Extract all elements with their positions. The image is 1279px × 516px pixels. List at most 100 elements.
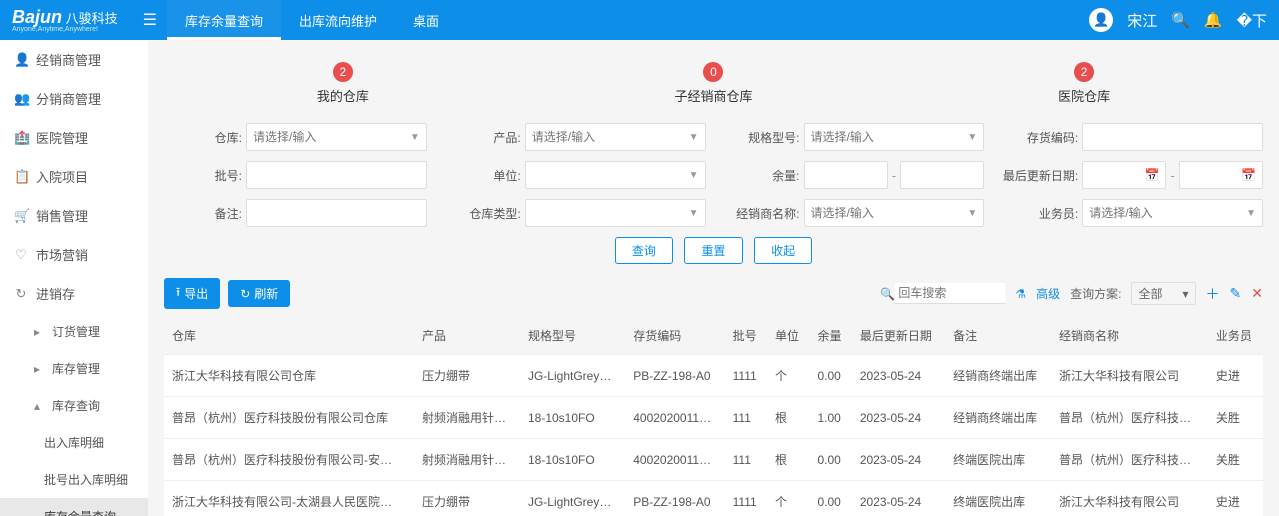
stat-badge: 0 [703, 62, 723, 82]
input[interactable] [1089, 130, 1256, 144]
filter-field: 最后更新日期:📅-📅 [1000, 161, 1263, 189]
date-input[interactable]: 📅 [1082, 161, 1166, 189]
input[interactable] [1186, 168, 1241, 182]
sidebar-item[interactable]: ▸库存管理 [0, 350, 148, 387]
reset-button[interactable]: 重置 [684, 237, 742, 264]
filter-input[interactable]: ▼ [804, 123, 985, 151]
advanced-link[interactable]: 高级 [1036, 285, 1060, 302]
filter-input[interactable]: ▼ [525, 123, 706, 151]
filter-input[interactable]: ▼ [525, 199, 706, 227]
search-input[interactable] [895, 283, 1005, 304]
sidebar-item[interactable]: 🛒销售管理 [0, 196, 148, 235]
add-icon[interactable]: ＋ [1206, 284, 1220, 304]
table-header[interactable]: 批号 [725, 317, 767, 355]
table-header[interactable]: 存货编码 [625, 317, 724, 355]
sidebar-item[interactable]: ♡市场营销 [0, 235, 148, 274]
table-header[interactable]: 规格型号 [520, 317, 625, 355]
table-header[interactable]: 备注 [945, 317, 1051, 355]
filter-input[interactable]: ▼ [525, 161, 706, 189]
table-header[interactable]: 产品 [414, 317, 520, 355]
delete-icon[interactable]: ✕ [1251, 285, 1263, 302]
stats-row: 2我的仓库0子经销商仓库2医院仓库 [164, 62, 1263, 105]
input[interactable] [811, 130, 978, 144]
input[interactable] [532, 168, 699, 182]
table-row[interactable]: 普昂（杭州）医疗科技股份有限公司-安…射频消融用针…18-10s10FO4002… [164, 439, 1263, 481]
sidebar-item-label: 库存查询 [52, 397, 100, 414]
table-header[interactable]: 仓库 [164, 317, 414, 355]
sidebar-item[interactable]: ▸订货管理 [0, 313, 148, 350]
sidebar-item[interactable]: 🏥医院管理 [0, 118, 148, 157]
bell-icon[interactable]: 🔔 [1204, 11, 1223, 29]
input[interactable] [253, 168, 420, 182]
stat-label: 医院仓库 [1058, 86, 1110, 105]
filter-label: 仓库类型: [443, 205, 521, 222]
sidebar-item[interactable]: 👥分销商管理 [0, 79, 148, 118]
table-header[interactable]: 最后更新日期 [852, 317, 945, 355]
table-header[interactable]: 经销商名称 [1051, 317, 1208, 355]
table-cell: 经销商终端出库 [945, 355, 1051, 397]
range-input[interactable] [804, 161, 888, 189]
stat-badge: 2 [333, 62, 353, 82]
query-button[interactable]: 查询 [615, 237, 673, 264]
avatar[interactable]: 👤 [1089, 8, 1113, 32]
filter-input[interactable] [1082, 123, 1263, 151]
table-cell: 浙江大华科技有限公司 [1051, 481, 1208, 516]
sidebar-item-label: 订货管理 [52, 323, 100, 340]
sidebar-item[interactable]: ↻进销存 [0, 274, 148, 313]
refresh-button[interactable]: ↻刷新 [228, 280, 290, 307]
table-cell: 4002020011… [625, 439, 724, 481]
filter-field: 规格型号:▼ [722, 123, 985, 151]
input[interactable] [532, 206, 699, 220]
tab-desktop[interactable]: 桌面 [395, 0, 457, 40]
scheme-select[interactable]: 全部▾ [1131, 282, 1195, 305]
tab-outbound-flow[interactable]: 出库流向维护 [281, 0, 395, 40]
stat-card[interactable]: 0子经销商仓库 [674, 62, 752, 105]
table-cell: 111 [725, 439, 767, 481]
table-header[interactable]: 业务员 [1208, 317, 1263, 355]
sidebar-item[interactable]: 出入库明细 [0, 424, 148, 461]
input[interactable] [811, 168, 881, 182]
input[interactable] [253, 206, 420, 220]
input[interactable] [907, 168, 977, 182]
export-button[interactable]: ⭱导出 [164, 278, 220, 309]
input[interactable] [811, 206, 978, 220]
sidebar-item[interactable]: 👤经销商管理 [0, 40, 148, 79]
sidebar-icon: ↻ [14, 286, 28, 302]
tab-inventory-query[interactable]: 库存余量查询 [167, 0, 281, 40]
main-content: 2我的仓库0子经销商仓库2医院仓库 仓库:▼产品:▼规格型号:▼存货编码:批号:… [148, 40, 1279, 516]
table-header[interactable]: 单位 [767, 317, 809, 355]
sidebar-item-label: 库存余量查询 [44, 508, 116, 516]
stat-card[interactable]: 2医院仓库 [1058, 62, 1110, 105]
table-row[interactable]: 浙江大华科技有限公司-太湖县人民医院…压力绷带JG-LightGrey…PB-Z… [164, 481, 1263, 516]
filter-input[interactable]: ▼ [804, 199, 985, 227]
sidebar-item[interactable]: 批号出入库明细 [0, 461, 148, 498]
table-cell: PB-ZZ-198-A0 [625, 481, 724, 516]
username: 宋江 [1127, 10, 1157, 31]
range-input[interactable] [900, 161, 984, 189]
input[interactable] [1089, 168, 1144, 182]
filter-icon[interactable]: ⚗ [1015, 287, 1026, 301]
header-tabs: 库存余量查询 出库流向维护 桌面 [167, 0, 457, 40]
filter-input[interactable]: ▼ [1082, 199, 1263, 227]
input[interactable] [253, 130, 420, 144]
table-cell: PB-ZZ-198-A0 [625, 355, 724, 397]
input[interactable] [532, 130, 699, 144]
search-icon[interactable]: 🔍 [1171, 11, 1190, 29]
filter-input[interactable]: ▼ [246, 123, 427, 151]
edit-icon[interactable]: ✎ [1230, 285, 1242, 302]
table-row[interactable]: 浙江大华科技有限公司仓库压力绷带JG-LightGrey…PB-ZZ-198-A… [164, 355, 1263, 397]
sidebar-item-label: 分销商管理 [36, 89, 101, 108]
filter-input[interactable] [246, 161, 427, 189]
collapse-button[interactable]: 收起 [754, 237, 812, 264]
sidebar-item[interactable]: ▴库存查询 [0, 387, 148, 424]
date-input[interactable]: 📅 [1179, 161, 1263, 189]
sidebar-item[interactable]: 📋入院项目 [0, 157, 148, 196]
input[interactable] [1089, 206, 1256, 220]
table-header[interactable]: 余量 [809, 317, 851, 355]
stat-card[interactable]: 2我的仓库 [317, 62, 369, 105]
download-icon[interactable]: �下 [1237, 10, 1267, 31]
sidebar-toggle-icon[interactable]: ☰ [133, 10, 167, 30]
filter-input[interactable] [246, 199, 427, 227]
sidebar-item[interactable]: 库存余量查询 [0, 498, 148, 516]
table-row[interactable]: 普昂（杭州）医疗科技股份有限公司仓库射频消融用针…18-10s10FO40020… [164, 397, 1263, 439]
